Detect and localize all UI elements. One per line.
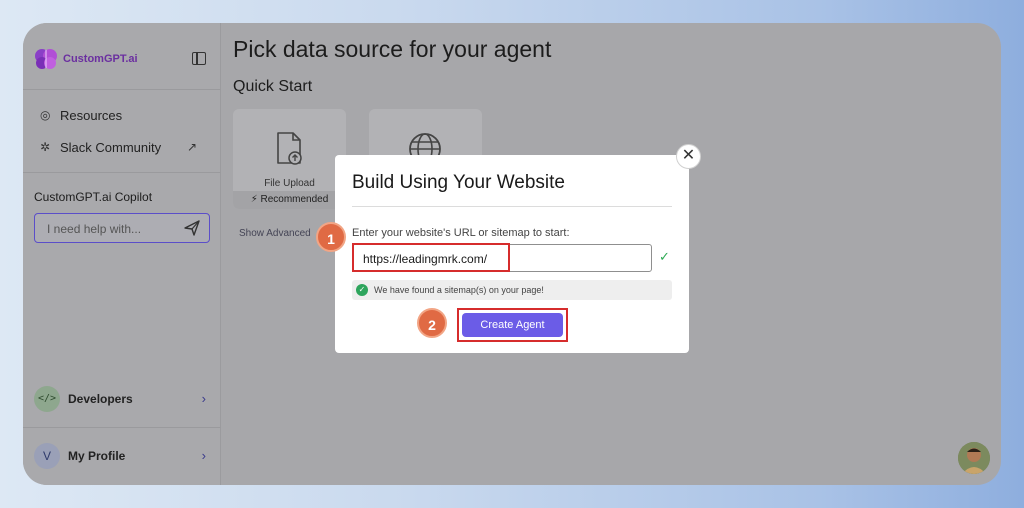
sidebar-item-label: Resources [60, 107, 123, 123]
success-check-icon: ✓ [356, 284, 368, 296]
sidebar-item-label: Developers [68, 392, 133, 406]
sitemap-found-message: We have found a sitemap(s) on your page! [374, 285, 544, 295]
sidebar: CustomGPT.ai ◎ Resources ✲ Slack Communi… [23, 23, 221, 485]
send-icon[interactable] [184, 220, 200, 236]
sidebar-item-label: Slack Community [60, 139, 162, 155]
sidebar-item-resources[interactable]: ◎ Resources [40, 106, 122, 124]
step-marker-1: 1 [316, 222, 346, 252]
person-icon [958, 442, 990, 474]
chevron-right-icon: › [201, 448, 206, 463]
sidebar-item-my-profile[interactable]: V My Profile › [34, 443, 210, 469]
sidebar-item-developers[interactable]: </> Developers › [34, 386, 210, 412]
chevron-right-icon: › [201, 391, 206, 406]
build-website-modal: Build Using Your Website Enter your webs… [335, 155, 689, 353]
help-circle-icon: ◎ [40, 108, 51, 122]
step-marker-2: 2 [417, 308, 447, 338]
check-icon: ✓ [659, 249, 670, 264]
sidebar-item-label: My Profile [68, 449, 126, 463]
recommended-badge: ⚡ Recommended [233, 191, 346, 209]
divider [352, 206, 672, 207]
card-label: File Upload [264, 178, 315, 189]
page-title: Pick data source for your agent [233, 36, 552, 62]
sidebar-collapse-icon[interactable] [192, 52, 206, 65]
section-title: Quick Start [233, 78, 313, 95]
copilot-placeholder: I need help with... [47, 222, 142, 236]
external-link-icon: ↗ [187, 140, 198, 154]
sitemap-found-banner: ✓ We have found a sitemap(s) on your pag… [352, 280, 672, 300]
url-field-label: Enter your website's URL or sitemap to s… [352, 227, 570, 239]
sidebar-item-slack-community[interactable]: ✲ Slack Community [40, 138, 161, 156]
modal-title: Build Using Your Website [352, 172, 565, 193]
divider [23, 427, 221, 428]
file-upload-icon [277, 132, 302, 165]
support-avatar[interactable] [958, 442, 990, 474]
create-highlight-box [457, 308, 568, 342]
slack-icon: ✲ [40, 140, 51, 154]
divider [23, 172, 221, 173]
close-icon[interactable]: ✕ [676, 144, 701, 169]
copilot-input[interactable]: I need help with... [34, 213, 210, 243]
url-highlight-box [352, 243, 510, 272]
source-card-file-upload[interactable]: File Upload ⚡ Recommended [233, 109, 346, 209]
copilot-title: CustomGPT.ai Copilot [34, 190, 153, 204]
code-icon: </> [34, 386, 60, 412]
show-advanced-link[interactable]: Show Advanced [239, 228, 311, 239]
brand-name: CustomGPT.ai [63, 53, 138, 65]
brain-logo-icon [35, 49, 57, 69]
avatar: V [34, 443, 60, 469]
logo-row: CustomGPT.ai [23, 23, 221, 90]
